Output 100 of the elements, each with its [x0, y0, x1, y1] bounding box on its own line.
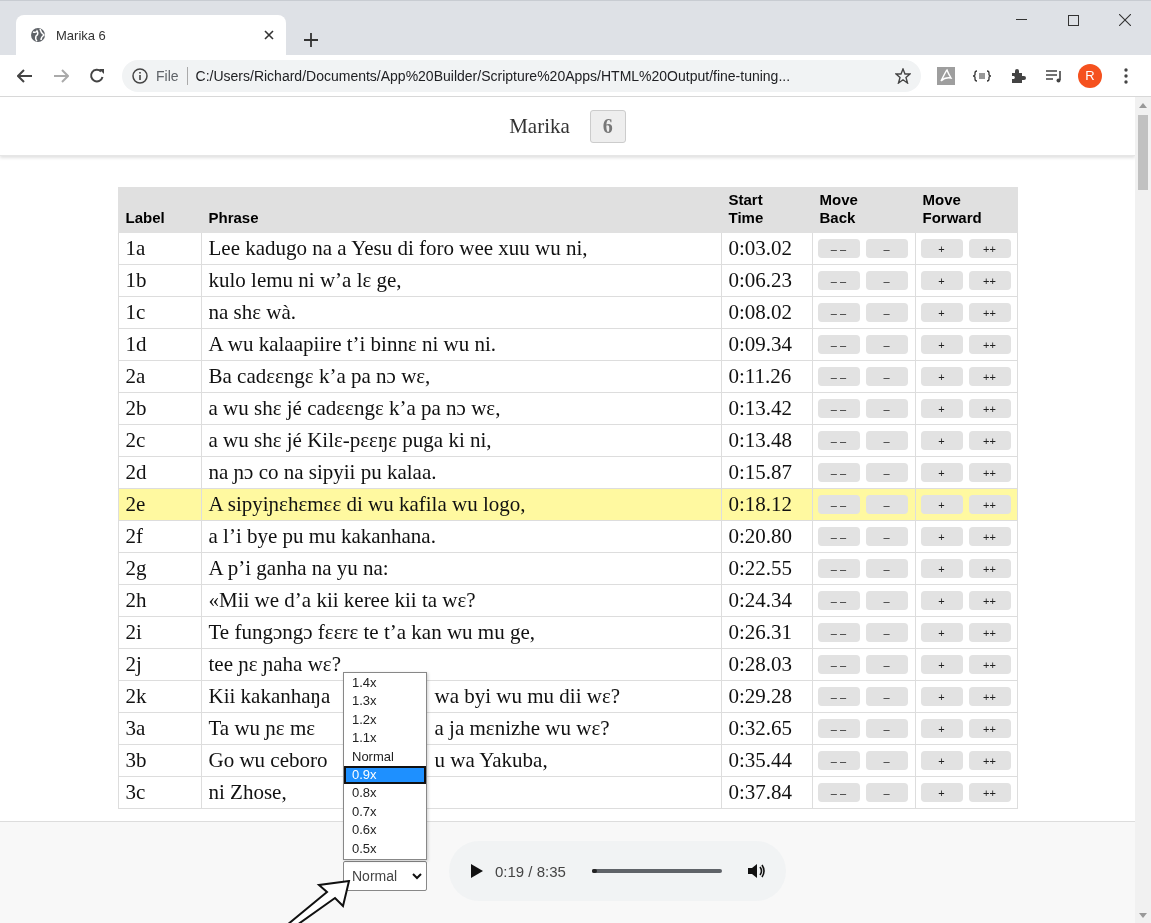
- minimize-icon[interactable]: [1015, 19, 1027, 21]
- info-icon[interactable]: [132, 67, 148, 84]
- close-icon[interactable]: [264, 30, 274, 40]
- move-back-button[interactable]: – –: [817, 463, 860, 482]
- move-forward-button[interactable]: +: [920, 623, 963, 642]
- move-back-button[interactable]: –: [865, 623, 908, 642]
- move-back-button[interactable]: –: [865, 527, 908, 546]
- move-forward-button[interactable]: +: [920, 367, 963, 386]
- dropdown-option[interactable]: 1.3x: [344, 692, 426, 711]
- dropdown-option[interactable]: 1.1x: [344, 729, 426, 748]
- dropdown-option[interactable]: Normal: [344, 747, 426, 767]
- move-back-button[interactable]: –: [865, 335, 908, 354]
- dropdown-option[interactable]: 1.2x: [344, 710, 426, 730]
- move-back-button[interactable]: –: [865, 783, 908, 802]
- move-back-button[interactable]: –: [865, 367, 908, 386]
- move-forward-button[interactable]: +: [920, 719, 963, 738]
- move-back-button[interactable]: –: [865, 591, 908, 610]
- move-forward-button[interactable]: ++: [968, 399, 1011, 418]
- address-bar[interactable]: File C:/Users/Richard/Documents/App%20Builder/Scripture%20Apps/HTML%20Output/fine-tuning...: [122, 59, 921, 92]
- move-back-button[interactable]: – –: [817, 591, 860, 610]
- move-forward-button[interactable]: +: [920, 335, 963, 354]
- move-forward-button[interactable]: +: [920, 527, 963, 546]
- move-back-button[interactable]: –: [865, 655, 908, 674]
- move-back-button[interactable]: –: [865, 463, 908, 482]
- dropdown-option[interactable]: 0.6x: [344, 821, 426, 840]
- move-forward-button[interactable]: ++: [968, 303, 1011, 322]
- move-back-button[interactable]: – –: [817, 783, 860, 802]
- move-back-button[interactable]: – –: [817, 655, 860, 674]
- move-forward-button[interactable]: ++: [968, 783, 1011, 802]
- volume-icon[interactable]: [748, 863, 766, 879]
- move-back-button[interactable]: –: [865, 239, 908, 258]
- move-back-button[interactable]: – –: [817, 271, 860, 290]
- browser-tab[interactable]: Marika 6: [16, 15, 286, 55]
- move-back-button[interactable]: – –: [817, 399, 860, 418]
- media-list-icon[interactable]: [1045, 68, 1063, 83]
- move-back-button[interactable]: – –: [817, 687, 860, 706]
- move-back-button[interactable]: –: [865, 303, 908, 322]
- maximize-icon[interactable]: [1067, 14, 1079, 26]
- move-back-button[interactable]: –: [865, 687, 908, 706]
- move-forward-button[interactable]: +: [920, 271, 963, 290]
- move-back-button[interactable]: – –: [817, 719, 860, 738]
- move-back-button[interactable]: – –: [817, 303, 860, 322]
- move-forward-button[interactable]: ++: [968, 559, 1011, 578]
- move-forward-button[interactable]: ++: [968, 271, 1011, 290]
- reload-icon[interactable]: [89, 67, 105, 84]
- move-back-button[interactable]: – –: [817, 623, 860, 642]
- move-back-button[interactable]: – –: [817, 559, 860, 578]
- move-back-button[interactable]: –: [865, 399, 908, 418]
- move-back-button[interactable]: – –: [817, 527, 860, 546]
- play-icon[interactable]: [471, 864, 483, 878]
- move-forward-button[interactable]: ++: [968, 655, 1011, 674]
- move-back-button[interactable]: – –: [817, 495, 860, 514]
- dropdown-option[interactable]: 0.5x: [344, 839, 426, 858]
- move-forward-button[interactable]: +: [920, 783, 963, 802]
- move-back-button[interactable]: –: [865, 271, 908, 290]
- plus-icon[interactable]: [304, 33, 318, 47]
- scrollbar[interactable]: [1135, 97, 1151, 923]
- move-back-button[interactable]: – –: [817, 335, 860, 354]
- close-icon[interactable]: [1119, 14, 1131, 26]
- move-forward-button[interactable]: ++: [968, 751, 1011, 770]
- speed-select[interactable]: Normal: [343, 861, 427, 891]
- move-forward-button[interactable]: +: [920, 463, 963, 482]
- move-forward-button[interactable]: ++: [968, 239, 1011, 258]
- move-back-button[interactable]: – –: [817, 431, 860, 450]
- back-icon[interactable]: [17, 68, 33, 83]
- move-back-button[interactable]: –: [865, 719, 908, 738]
- move-forward-button[interactable]: ++: [968, 431, 1011, 450]
- move-back-button[interactable]: –: [865, 751, 908, 770]
- move-forward-button[interactable]: +: [920, 751, 963, 770]
- braces-icon[interactable]: [973, 69, 991, 82]
- move-forward-button[interactable]: +: [920, 591, 963, 610]
- move-forward-button[interactable]: +: [920, 495, 963, 514]
- move-forward-button[interactable]: ++: [968, 527, 1011, 546]
- move-back-button[interactable]: – –: [817, 367, 860, 386]
- move-forward-button[interactable]: ++: [968, 367, 1011, 386]
- move-forward-button[interactable]: +: [920, 239, 963, 258]
- menu-icon[interactable]: [1124, 67, 1128, 84]
- scrollbar-thumb[interactable]: [1138, 115, 1148, 190]
- puzzle-icon[interactable]: [1010, 67, 1026, 84]
- move-forward-button[interactable]: ++: [968, 591, 1011, 610]
- move-back-button[interactable]: –: [865, 495, 908, 514]
- move-back-button[interactable]: –: [865, 431, 908, 450]
- move-forward-button[interactable]: +: [920, 303, 963, 322]
- move-forward-button[interactable]: +: [920, 559, 963, 578]
- move-back-button[interactable]: – –: [817, 751, 860, 770]
- move-forward-button[interactable]: ++: [968, 623, 1011, 642]
- move-forward-button[interactable]: +: [920, 687, 963, 706]
- move-forward-button[interactable]: +: [920, 431, 963, 450]
- move-forward-button[interactable]: +: [920, 655, 963, 674]
- move-back-button[interactable]: – –: [817, 239, 860, 258]
- chapter-number[interactable]: 6: [589, 109, 626, 143]
- move-forward-button[interactable]: ++: [968, 335, 1011, 354]
- move-forward-button[interactable]: ++: [968, 687, 1011, 706]
- move-forward-button[interactable]: +: [920, 399, 963, 418]
- star-icon[interactable]: [895, 67, 911, 84]
- move-forward-button[interactable]: ++: [968, 495, 1011, 514]
- move-back-button[interactable]: –: [865, 559, 908, 578]
- move-forward-button[interactable]: ++: [968, 463, 1011, 482]
- progress-track[interactable]: [591, 869, 722, 873]
- dropdown-option[interactable]: 0.8x: [344, 784, 426, 803]
